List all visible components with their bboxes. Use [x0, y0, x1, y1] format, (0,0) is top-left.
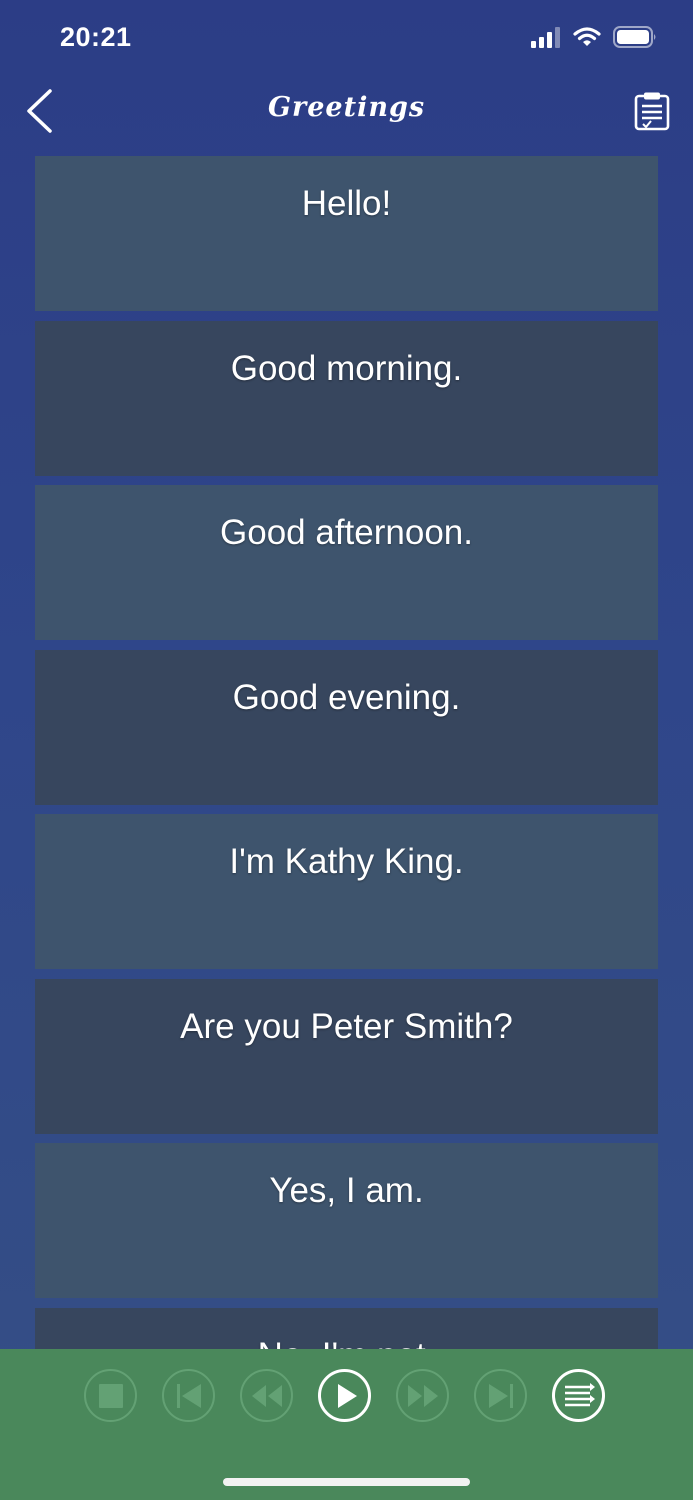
player-controls — [84, 1369, 605, 1422]
list-item[interactable]: I'm Kathy King. — [35, 814, 658, 969]
phrase-text: Good afternoon. — [220, 513, 473, 552]
list-item[interactable]: No, I'm not. — [35, 1307, 658, 1350]
battery-icon — [613, 26, 656, 48]
signal-icon — [531, 27, 560, 48]
phrase-text: Good morning. — [230, 348, 463, 388]
nav-bar: Greetings — [0, 76, 693, 146]
status-icons — [531, 26, 657, 48]
list-item[interactable]: Are you Peter Smith? — [35, 978, 658, 1134]
play-button[interactable] — [318, 1369, 371, 1422]
phrase-text: Hello! — [301, 184, 392, 223]
status-time: 20:21 — [60, 22, 132, 52]
phrase-text: Yes, I am. — [269, 1171, 424, 1210]
home-indicator[interactable] — [223, 1478, 470, 1486]
clipboard-icon — [634, 92, 670, 131]
phrase-text: Are you Peter Smith? — [180, 1006, 513, 1046]
rewind-button[interactable] — [240, 1369, 293, 1422]
play-icon — [337, 1383, 357, 1408]
skip-forward-icon — [488, 1383, 513, 1408]
list-item[interactable]: Good morning. — [35, 320, 658, 476]
list-item[interactable]: Good evening. — [35, 649, 658, 805]
page-title: Greetings — [267, 92, 426, 123]
phrase-text: Good evening. — [232, 677, 461, 717]
list-item[interactable]: Good afternoon. — [35, 485, 658, 640]
wifi-icon — [573, 27, 601, 46]
skip-back-icon — [176, 1383, 201, 1408]
list-item[interactable]: Yes, I am. — [35, 1143, 658, 1298]
skip-back-button[interactable] — [162, 1369, 215, 1422]
fast-forward-icon — [407, 1384, 438, 1407]
status-bar: 20:21 — [0, 0, 693, 76]
fast-forward-button[interactable] — [396, 1369, 449, 1422]
stop-icon — [98, 1383, 123, 1408]
clipboard-button[interactable] — [629, 86, 675, 136]
playlist-icon — [564, 1382, 595, 1406]
skip-forward-button[interactable] — [474, 1369, 527, 1422]
phrase-list[interactable]: Hello! Good morning. Good afternoon. Goo… — [35, 156, 658, 1349]
list-item[interactable]: Hello! — [35, 156, 658, 311]
phrase-text: No, I'm not. — [258, 1336, 436, 1350]
rewind-icon — [251, 1384, 282, 1407]
phrase-text: I'm Kathy King. — [229, 842, 464, 881]
playlist-button[interactable] — [552, 1369, 605, 1422]
player-bar — [0, 1349, 693, 1500]
stop-button[interactable] — [84, 1369, 137, 1422]
